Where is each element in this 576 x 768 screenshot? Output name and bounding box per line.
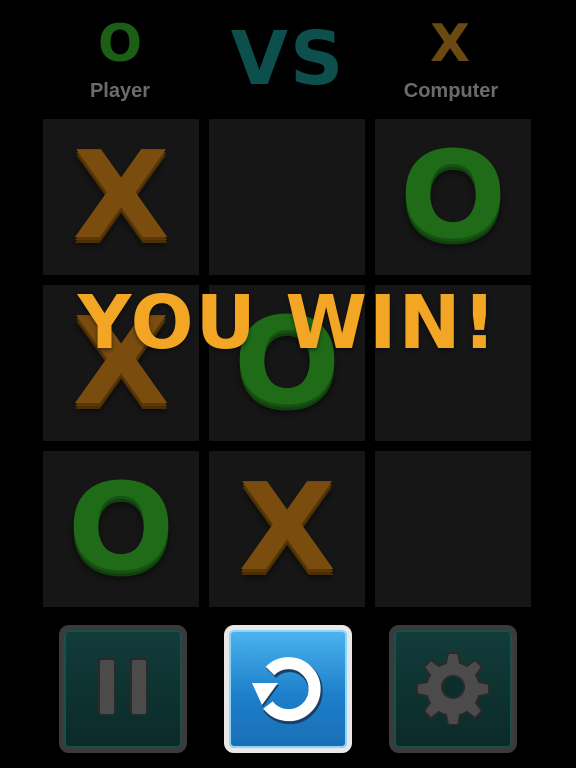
player-symbol: O — [97, 14, 143, 74]
vs-label: VS — [230, 16, 346, 102]
board-cell-1[interactable]: X — [43, 119, 199, 275]
player-label: Player — [89, 80, 151, 102]
computer-label: Computer — [403, 80, 499, 102]
gear-icon — [415, 649, 491, 729]
pause-icon — [93, 655, 153, 723]
o-mark: O — [67, 459, 175, 598]
settings-button[interactable] — [389, 625, 517, 753]
board-cell-8[interactable]: X — [209, 451, 365, 607]
board-cell-9[interactable] — [375, 451, 531, 607]
pause-button[interactable] — [59, 625, 187, 753]
x-mark: X — [72, 127, 170, 266]
board-cell-7[interactable]: O — [43, 451, 199, 607]
board-cell-3[interactable]: O — [375, 119, 531, 275]
o-mark: O — [399, 127, 507, 266]
win-banner: YOU WIN! — [77, 280, 499, 366]
board-cell-2[interactable] — [209, 119, 365, 275]
computer-symbol: X — [429, 14, 471, 74]
restart-arrow-icon — [248, 647, 328, 731]
x-mark: X — [238, 459, 336, 598]
restart-button[interactable] — [224, 625, 352, 753]
